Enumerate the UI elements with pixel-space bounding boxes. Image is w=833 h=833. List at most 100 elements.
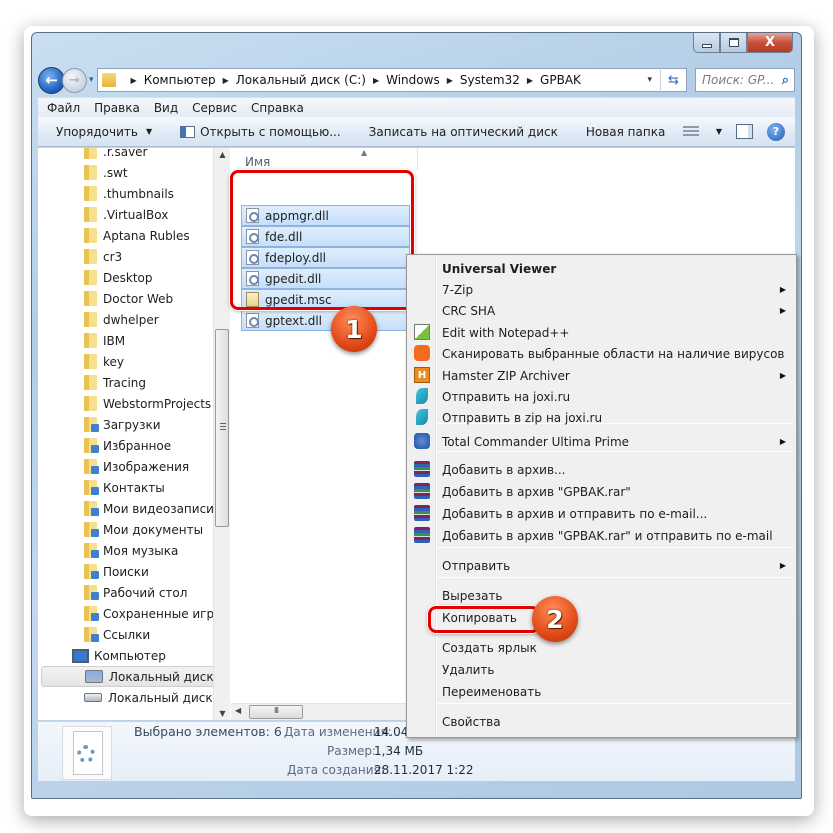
maximize-icon	[728, 38, 739, 47]
tree-folder[interactable]: WebstormProjects	[84, 393, 211, 414]
context-menu-item[interactable]: Добавить в архив "GPBAK.rar" и отправить…	[407, 525, 796, 546]
context-menu-item[interactable]: Отправить на joxi.ru	[407, 386, 796, 407]
search-icon[interactable]: ⌕	[782, 73, 789, 88]
context-menu-item[interactable]: Total Commander Ultima Prime ▶	[407, 431, 796, 452]
tree-folder[interactable]: cr3	[84, 246, 122, 267]
tree-drive[interactable]: Локальный диск (C:)	[41, 666, 213, 687]
breadcrumb-separator-icon[interactable]: ▶	[223, 76, 229, 85]
context-menu-item[interactable]: Свойства	[407, 711, 796, 732]
tree-special-folder[interactable]: Сохраненные игры	[84, 603, 213, 624]
hscrollbar-thumb[interactable]: III	[249, 705, 303, 719]
burn-button[interactable]: Записать на оптический диск	[355, 125, 572, 139]
tree-folder[interactable]: IBM	[84, 330, 125, 351]
tree-special-folder[interactable]: Загрузки	[84, 414, 161, 435]
tree-folder[interactable]: .r.saver	[84, 148, 147, 162]
forward-arrow-icon: →	[69, 72, 80, 88]
context-menu-item[interactable]: Добавить в архив...	[407, 459, 796, 480]
menu-edit[interactable]: Правка	[87, 101, 147, 115]
back-button[interactable]: ←	[38, 66, 65, 94]
tree-folder[interactable]: key	[84, 351, 124, 372]
breadcrumb-gpbak[interactable]: GPBAK	[540, 73, 581, 87]
minimize-button[interactable]	[693, 33, 720, 53]
open-with-button[interactable]: Открыть с помощью...	[166, 125, 355, 139]
context-menu-item[interactable]: Отправить в zip на joxi.ru	[407, 407, 796, 428]
tree-special-folder[interactable]: Мои документы	[84, 519, 203, 540]
maximize-button[interactable]	[720, 33, 747, 53]
tree-folder[interactable]: .thumbnails	[84, 183, 174, 204]
folder-icon	[84, 291, 97, 306]
tree-drive[interactable]: Локальный диск (D:)	[84, 687, 213, 708]
view-dropdown-icon[interactable]: ▼	[716, 127, 722, 136]
change-view-icon[interactable]	[682, 125, 699, 138]
menu-help[interactable]: Справка	[244, 101, 311, 115]
scrollbar-thumb[interactable]	[215, 329, 229, 527]
organize-button[interactable]: Упорядочить ▼	[38, 125, 166, 139]
scroll-down-icon[interactable]: ▼	[214, 709, 231, 718]
close-button[interactable]: X	[747, 33, 793, 53]
breadcrumb-local-disk-c[interactable]: Локальный диск (C:)	[236, 73, 366, 87]
context-menu-item[interactable]: Отправить ▶	[407, 555, 796, 576]
breadcrumb-system32[interactable]: System32	[460, 73, 520, 87]
tree-item-label: Изображения	[103, 459, 190, 474]
menu-item-label: 7-Zip	[442, 282, 474, 297]
refresh-button[interactable]: ⇆	[660, 68, 686, 92]
help-icon[interactable]: ?	[767, 122, 785, 141]
breadcrumb-separator-icon[interactable]: ▶	[373, 76, 379, 85]
file-row[interactable]: gptext.dll	[241, 310, 410, 331]
tree-item-label: WebstormProjects	[103, 396, 212, 411]
tree-folder[interactable]: Aptana Rubles	[84, 225, 190, 246]
address-bar[interactable]: ▶ Компьютер ▶ Локальный диск (C:) ▶ Wind…	[96, 68, 687, 92]
breadcrumb-separator-icon[interactable]: ▶	[131, 76, 137, 85]
tree-folder[interactable]: .swt	[84, 162, 128, 183]
search-input[interactable]: Поиск: GP... ⌕	[695, 68, 795, 92]
menu-tools[interactable]: Сервис	[185, 101, 244, 115]
menu-view[interactable]: Вид	[147, 101, 185, 115]
context-menu-item[interactable]: Добавить в архив и отправить по e-mail..…	[407, 503, 796, 524]
breadcrumb-separator-icon[interactable]: ▶	[527, 76, 533, 85]
tree-special-folder[interactable]: Ссылки	[84, 624, 150, 645]
new-folder-button[interactable]: Новая папка	[572, 125, 679, 139]
preview-pane-icon[interactable]	[736, 124, 753, 139]
context-menu-item[interactable]: Universal Viewer	[407, 258, 796, 279]
tree-special-folder[interactable]: Мои видеозаписи	[84, 498, 213, 519]
context-menu-item[interactable]: CRC SHA ▶	[407, 300, 796, 321]
column-divider[interactable]	[417, 148, 418, 170]
context-menu-item[interactable]: Вырезать	[407, 585, 796, 606]
tree-special-folder[interactable]: Изображения	[84, 456, 189, 477]
tree-special-folder[interactable]: Поиски	[84, 561, 149, 582]
menu-file[interactable]: Файл	[38, 101, 87, 115]
breadcrumb-windows[interactable]: Windows	[386, 73, 440, 87]
joxi-icon	[416, 388, 428, 404]
column-header-name[interactable]: Имя	[245, 155, 270, 169]
forward-button[interactable]: →	[62, 67, 87, 93]
context-menu-item[interactable]: 7-Zip ▶	[407, 279, 796, 300]
address-dropdown-icon[interactable]: ▾	[639, 75, 660, 85]
breadcrumb-separator-icon[interactable]: ▶	[447, 76, 453, 85]
tree-computer[interactable]: Компьютер	[72, 645, 166, 666]
recent-pages-dropdown[interactable]: ▾	[89, 75, 94, 85]
tree-special-folder[interactable]: Моя музыка	[84, 540, 178, 561]
tree-folder[interactable]: Desktop	[84, 267, 153, 288]
context-menu-item[interactable]: Edit with Notepad++	[407, 322, 796, 343]
context-menu-item[interactable]: Переименовать	[407, 681, 796, 702]
breadcrumb-computer[interactable]: Компьютер	[144, 73, 216, 87]
tree-folder[interactable]: dwhelper	[84, 309, 159, 330]
caption-buttons: X	[693, 33, 793, 53]
tree-folder[interactable]: Doctor Web	[84, 288, 173, 309]
scroll-left-icon[interactable]: ◀	[235, 706, 241, 715]
tree-special-folder[interactable]: Рабочий стол	[84, 582, 187, 603]
special-folder-icon	[84, 585, 99, 600]
file-list-hscrollbar[interactable]: ◀ III	[231, 703, 408, 720]
context-menu-item[interactable]: H Hamster ZIP Archiver ▶	[407, 365, 796, 386]
tree-folder[interactable]: .VirtualBox	[84, 204, 168, 225]
avast-icon	[414, 345, 430, 361]
context-menu-item[interactable]: Добавить в архив "GPBAK.rar"	[407, 481, 796, 502]
scroll-up-icon[interactable]: ▲	[214, 150, 231, 159]
context-menu-item[interactable]: Сканировать выбранные области на наличие…	[407, 343, 796, 364]
context-menu-item[interactable]: Создать ярлык	[407, 637, 796, 658]
tree-folder[interactable]: Tracing	[84, 372, 146, 393]
tree-special-folder[interactable]: Контакты	[84, 477, 165, 498]
tree-special-folder[interactable]: Избранное	[84, 435, 171, 456]
context-menu-item[interactable]: Удалить	[407, 659, 796, 680]
nav-pane-scrollbar[interactable]: ▲ ▼	[213, 148, 230, 720]
